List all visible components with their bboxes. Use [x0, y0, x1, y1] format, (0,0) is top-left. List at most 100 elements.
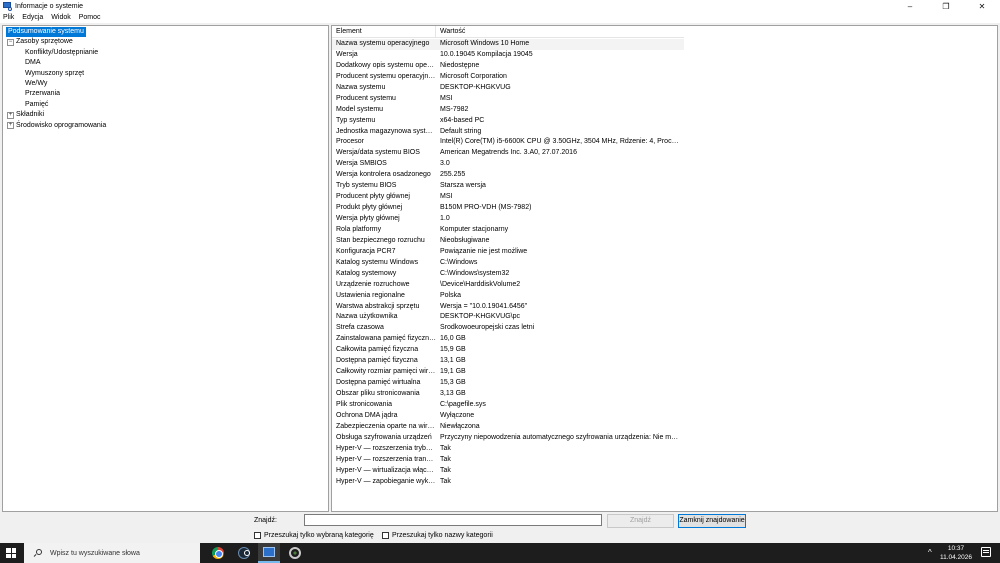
- table-row[interactable]: Dostępna pamięć fizyczna 13,1 GB: [332, 356, 997, 367]
- tray-chevron-icon[interactable]: ^: [928, 548, 932, 557]
- row-element: Rola platformy: [336, 225, 382, 233]
- tree-node[interactable]: Podsumowanie systemu: [6, 27, 86, 37]
- table-row[interactable]: Wersja kontrolera osadzonego 255.255: [332, 170, 997, 181]
- tree-node[interactable]: Środowisko oprogramowania: [16, 121, 106, 131]
- table-row[interactable]: Procesor Intel(R) Core(TM) i5-6600K CPU @…: [332, 137, 997, 148]
- table-row[interactable]: Producent systemu MSI: [332, 94, 997, 105]
- table-row[interactable]: Model systemu MS-7982: [332, 105, 997, 116]
- table-row[interactable]: Nazwa systemu operacyjnego Microsoft Wind…: [332, 39, 684, 50]
- table-row[interactable]: Ochrona DMA jądra Wyłączone: [332, 411, 997, 422]
- steering-wheel-icon[interactable]: [284, 543, 306, 563]
- tree-node[interactable]: Przerwania: [25, 89, 60, 99]
- table-row[interactable]: Warstwa abstrakcji sprzętu Wersja = "10.0…: [332, 302, 997, 313]
- system-information-taskbar-icon[interactable]: [258, 543, 280, 563]
- table-row[interactable]: Zainstalowana pamięć fizyczna (RAM) 16,0 …: [332, 334, 997, 345]
- search-selected-category-checkbox[interactable]: [254, 531, 261, 539]
- table-row[interactable]: Hyper-V — wirtualizacja włączona w oprog…: [332, 466, 997, 477]
- table-row[interactable]: Strefa czasowa Środkowoeuropejski czas le…: [332, 323, 997, 334]
- tree-node[interactable]: Konflikty/Udostępnianie: [25, 48, 98, 58]
- table-row[interactable]: Producent płyty głównej MSI: [332, 192, 997, 203]
- row-value: 10.0.19045 Kompilacja 19045: [440, 50, 533, 58]
- table-row[interactable]: Plik stronicowania C:\pagefile.sys: [332, 400, 997, 411]
- table-row[interactable]: Katalog systemu Windows C:\Windows: [332, 258, 997, 269]
- table-row[interactable]: Całkowita pamięć fizyczna 15,9 GB: [332, 345, 997, 356]
- row-value: 15,9 GB: [440, 346, 466, 354]
- table-row[interactable]: Obsługa szyfrowania urządzeń Przyczyny ni…: [332, 433, 997, 444]
- table-row[interactable]: Tryb systemu BIOS Starsza wersja: [332, 181, 997, 192]
- row-value: 255.255: [440, 171, 466, 179]
- collapse-icon[interactable]: −: [7, 38, 14, 46]
- table-row[interactable]: Katalog systemowy C:\Windows\system32: [332, 269, 997, 280]
- category-tree[interactable]: Podsumowanie systemu − Zasoby sprzętowe Kon…: [2, 25, 329, 512]
- search-selected-category-option[interactable]: Przeszukaj tylko wybraną kategorię: [254, 530, 374, 540]
- row-value: Tak: [440, 477, 451, 485]
- system-information-icon: [3, 2, 12, 11]
- table-row[interactable]: Stan bezpiecznego rozruchu Nieobsługiwane: [332, 236, 997, 247]
- table-row[interactable]: Wersja/data systemu BIOS American Megatre…: [332, 148, 997, 159]
- search-category-names-label: Przeszukaj tylko nazwy kategorii: [392, 531, 493, 539]
- row-element: Wersja: [336, 50, 358, 58]
- taskbar-search-box[interactable]: Wpisz tu wyszukiwane słowa: [24, 543, 200, 563]
- row-element: Nazwa użytkownika: [336, 313, 398, 321]
- row-value: 16,0 GB: [440, 335, 466, 343]
- column-header-element[interactable]: Element: [332, 26, 436, 37]
- find-input[interactable]: [304, 514, 602, 526]
- column-header-value[interactable]: Wartość: [436, 26, 684, 37]
- tree-node[interactable]: Wymuszony sprzęt: [25, 69, 84, 79]
- expand-icon[interactable]: +: [7, 111, 14, 119]
- table-row[interactable]: Wersja płyty głównej 1.0: [332, 214, 997, 225]
- tree-node[interactable]: Składniki: [16, 110, 44, 120]
- table-row[interactable]: Wersja 10.0.19045 Kompilacja 19045: [332, 50, 997, 61]
- details-list[interactable]: Element Wartość Nazwa systemu operacyjne…: [331, 25, 998, 512]
- table-row[interactable]: Urządzenie rozruchowe \Device\HarddiskVol…: [332, 280, 997, 291]
- table-row[interactable]: Dodatkowy opis systemu operacyjnego Niedo…: [332, 61, 997, 72]
- table-row[interactable]: Hyper-V — zapobieganie wykonywaniu danyc…: [332, 477, 997, 488]
- row-value: C:\Windows: [440, 258, 478, 266]
- minimize-button[interactable]: –: [892, 0, 928, 12]
- table-row[interactable]: Zabezpieczenia oparte na wirtualizacji Ni…: [332, 422, 997, 433]
- menu-help[interactable]: Pomoc: [79, 14, 101, 21]
- menu-edit[interactable]: Edycja: [22, 14, 43, 21]
- table-row[interactable]: Produkt płyty głównej B150M PRO-VDH (MS-7…: [332, 203, 997, 214]
- table-row[interactable]: Rola platformy Komputer stacjonarny: [332, 225, 997, 236]
- tree-node[interactable]: We/Wy: [25, 79, 47, 89]
- table-row[interactable]: Wersja SMBIOS 3.0: [332, 159, 997, 170]
- search-category-names-checkbox[interactable]: [382, 531, 389, 539]
- find-button[interactable]: Znajdź: [607, 514, 674, 528]
- steam-icon[interactable]: [233, 543, 255, 563]
- maximize-button[interactable]: ❐: [928, 0, 964, 12]
- expand-icon[interactable]: +: [7, 122, 14, 130]
- table-row[interactable]: Ustawienia regionalne Polska: [332, 291, 997, 302]
- table-row[interactable]: Producent systemu operacyjnego Microsoft …: [332, 72, 997, 83]
- table-row[interactable]: Hyper-V — rozszerzenia trybu monitorowan…: [332, 444, 997, 455]
- row-element: Ustawienia regionalne: [336, 291, 405, 299]
- row-element: Zabezpieczenia oparte na wirtualizacji: [336, 422, 436, 430]
- tree-node[interactable]: DMA: [25, 58, 41, 68]
- clock[interactable]: 10:37 11.04.2026: [938, 544, 974, 562]
- table-row[interactable]: Całkowity rozmiar pamięci wirtualnej 19,1…: [332, 367, 997, 378]
- menu-file[interactable]: Plik: [3, 14, 14, 21]
- row-element: Typ systemu: [336, 116, 376, 124]
- table-row[interactable]: Typ systemu x64-based PC: [332, 116, 997, 127]
- table-row[interactable]: Obszar pliku stronicowania 3,13 GB: [332, 389, 997, 400]
- row-value: Intel(R) Core(TM) i5-6600K CPU @ 3.50GHz…: [440, 138, 680, 146]
- close-button[interactable]: ✕: [964, 0, 1000, 12]
- table-row[interactable]: Dostępna pamięć wirtualna 15,3 GB: [332, 378, 997, 389]
- row-element: Producent systemu operacyjnego: [336, 72, 436, 80]
- row-element: Dostępna pamięć fizyczna: [336, 357, 418, 365]
- table-row[interactable]: Konfiguracja PCR7 Powiązanie nie jest moż…: [332, 247, 997, 258]
- menu-view[interactable]: Widok: [51, 14, 70, 21]
- table-row[interactable]: Hyper-V — rozszerzenia translacji adresó…: [332, 455, 997, 466]
- tree-node[interactable]: Zasoby sprzętowe: [16, 37, 73, 47]
- table-row[interactable]: Nazwa systemu DESKTOP-KHGKVUG: [332, 83, 997, 94]
- chrome-icon[interactable]: [207, 543, 229, 563]
- table-row[interactable]: Nazwa użytkownika DESKTOP-KHGKVUG\pc: [332, 312, 997, 323]
- row-value: Powiązanie nie jest możliwe: [440, 247, 528, 255]
- close-find-button[interactable]: Zamknij znajdowanie: [678, 514, 746, 528]
- windows-start-icon[interactable]: [6, 548, 16, 558]
- table-row[interactable]: Jednostka magazynowa systemu Default stri…: [332, 127, 997, 138]
- row-value: 15,3 GB: [440, 379, 466, 387]
- search-category-names-option[interactable]: Przeszukaj tylko nazwy kategorii: [382, 530, 493, 540]
- tree-node[interactable]: Pamięć: [25, 100, 48, 110]
- notification-icon[interactable]: [981, 547, 991, 557]
